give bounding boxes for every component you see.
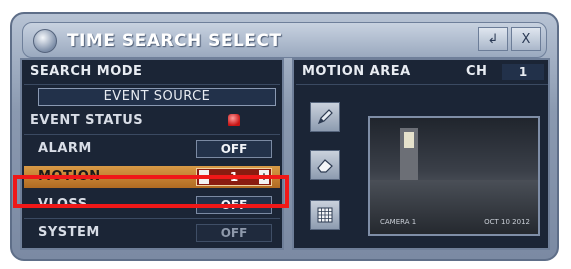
system-value[interactable]: OFF bbox=[196, 224, 272, 242]
system-label: SYSTEM bbox=[38, 225, 100, 240]
preview-light bbox=[404, 132, 414, 148]
alarm-label: ALARM bbox=[38, 141, 92, 156]
eraser-icon bbox=[317, 159, 333, 173]
preview-ground bbox=[370, 180, 538, 234]
dialog-title: TIME SEARCH SELECT bbox=[67, 31, 282, 51]
alarm-row[interactable]: ALARM OFF bbox=[24, 138, 280, 160]
channel-label: CH bbox=[466, 64, 488, 79]
title-bar: TIME SEARCH SELECT ↲ X bbox=[22, 22, 547, 58]
close-button[interactable]: X bbox=[511, 27, 541, 51]
divider bbox=[296, 84, 548, 85]
search-mode-header: SEARCH MODE bbox=[30, 64, 143, 79]
grid-icon bbox=[317, 207, 333, 223]
grid-tool-button[interactable] bbox=[310, 200, 340, 230]
search-mode-panel: SEARCH MODE EVENT SOURCE EVENT STATUS AL… bbox=[20, 58, 284, 250]
event-source-button[interactable]: EVENT SOURCE bbox=[38, 88, 276, 106]
erase-tool-button[interactable] bbox=[310, 150, 340, 180]
alarm-value[interactable]: OFF bbox=[196, 140, 272, 158]
pen-icon bbox=[317, 109, 333, 125]
event-status-label: EVENT STATUS bbox=[30, 113, 144, 128]
divider bbox=[24, 134, 280, 135]
divider bbox=[24, 84, 280, 85]
event-status-row: EVENT STATUS bbox=[24, 110, 280, 132]
preview-caption-right: OCT 10 2012 bbox=[484, 218, 530, 226]
draw-tool-button[interactable] bbox=[310, 102, 340, 132]
dialog-icon bbox=[33, 29, 57, 53]
channel-number: 1 bbox=[518, 65, 528, 79]
preview-caption-left: CAMERA 1 bbox=[380, 218, 417, 226]
camera-preview[interactable]: CAMERA 1 OCT 10 2012 bbox=[368, 116, 540, 236]
motion-row-highlight bbox=[13, 175, 289, 208]
motion-area-panel: MOTION AREA CH 1 CAMERA 1 OCT 10 2012 bbox=[292, 58, 550, 250]
status-indicator-icon bbox=[228, 114, 240, 126]
event-source-label: EVENT SOURCE bbox=[103, 89, 211, 104]
enter-button[interactable]: ↲ bbox=[478, 27, 508, 51]
system-row[interactable]: SYSTEM OFF bbox=[24, 222, 280, 244]
divider bbox=[24, 218, 280, 219]
channel-value[interactable]: 1 bbox=[502, 64, 544, 80]
motion-area-header: MOTION AREA bbox=[302, 64, 411, 79]
